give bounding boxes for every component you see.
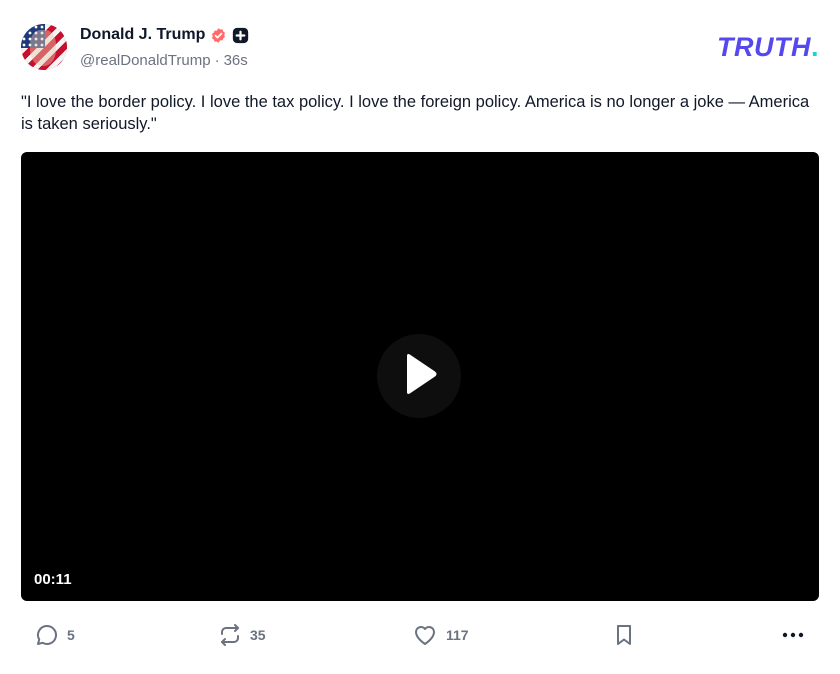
more-dots-icon xyxy=(781,623,805,647)
retruth-count: 35 xyxy=(250,627,266,643)
post-header: Donald J. Trump @realDonaldTrump · 36s T… xyxy=(21,24,819,74)
bookmark-icon xyxy=(613,623,635,647)
post-actions: 5 35 117 xyxy=(21,620,819,650)
brand-dot: . xyxy=(810,32,819,62)
separator-dot: · xyxy=(214,52,220,69)
play-icon xyxy=(399,352,439,401)
heart-icon xyxy=(412,623,438,647)
avatar[interactable] xyxy=(21,24,67,70)
retruth-button[interactable]: 35 xyxy=(218,620,266,650)
verified-badge-icon xyxy=(210,27,227,44)
author-handle[interactable]: @realDonaldTrump xyxy=(80,52,211,69)
reply-icon xyxy=(35,623,59,647)
video-duration: 00:11 xyxy=(34,571,72,588)
truth-logo[interactable]: TRUTH. xyxy=(717,32,819,63)
post-text: "I love the border policy. I love the ta… xyxy=(21,93,810,133)
retruth-icon xyxy=(218,623,242,647)
brand-name: TRUTH xyxy=(717,32,811,62)
author-name-row: Donald J. Trump xyxy=(80,25,249,45)
reply-button[interactable]: 5 xyxy=(35,620,75,650)
author-handle-row: @realDonaldTrump · 36s xyxy=(80,52,248,69)
bookmark-button[interactable] xyxy=(613,620,635,650)
like-count: 117 xyxy=(446,627,469,643)
play-button[interactable] xyxy=(377,334,461,418)
more-button[interactable] xyxy=(781,620,805,650)
reply-count: 5 xyxy=(67,627,75,643)
post-timestamp[interactable]: 36s xyxy=(224,52,248,69)
plus-badge-icon xyxy=(232,27,249,44)
video-player[interactable]: 00:11 xyxy=(21,152,819,601)
author-display-name[interactable]: Donald J. Trump xyxy=(80,26,205,44)
like-button[interactable]: 117 xyxy=(412,620,469,650)
